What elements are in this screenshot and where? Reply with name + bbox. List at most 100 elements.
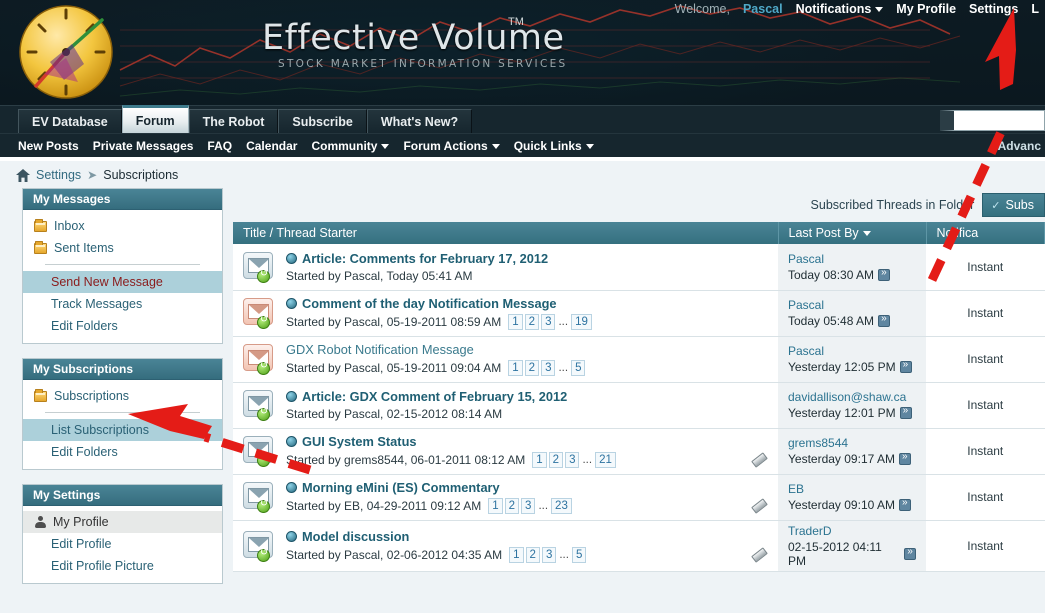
thread-envelope-icon[interactable] (241, 297, 277, 329)
tab-forum[interactable]: Forum (121, 105, 189, 133)
forum-sub-nav: New Posts Private Messages FAQ Calendar … (0, 133, 1045, 157)
table-row[interactable]: Comment of the day Notification Message … (233, 290, 1045, 336)
subnav-calendar[interactable]: Calendar (246, 139, 297, 153)
last-post-cell: TraderD 02-15-2012 04:11 PM (778, 520, 926, 571)
sidebar-item-subscriptions[interactable]: Subscriptions (23, 385, 222, 407)
goto-last-post-icon[interactable] (898, 451, 911, 465)
column-header-notification[interactable]: Notifica (926, 222, 1045, 244)
subnav-community[interactable]: Community (311, 139, 390, 153)
tab-the-robot[interactable]: The Robot (188, 109, 279, 133)
page-link[interactable]: 3 (565, 452, 580, 468)
chevron-down-icon (585, 143, 594, 149)
page-link[interactable]: 3 (541, 546, 557, 563)
goto-last-post-icon[interactable] (899, 405, 912, 419)
page-link[interactable]: 3 (541, 360, 556, 376)
sidebar-item-track-messages[interactable]: Track Messages (23, 293, 222, 315)
sidebar-item-inbox[interactable]: Inbox (23, 215, 222, 237)
sidebar-item-my-profile[interactable]: My Profile (23, 511, 222, 533)
username-link[interactable]: Pascal (743, 2, 783, 16)
tab-ev-database[interactable]: EV Database (18, 109, 122, 133)
sidebar-item-send-new-message[interactable]: Send New Message (23, 271, 222, 293)
thread-envelope-icon[interactable] (241, 343, 277, 375)
advanced-search-link[interactable]: Advanc (998, 139, 1041, 153)
sidebar-item-label: Track Messages (51, 297, 143, 311)
page-link-last[interactable]: 21 (595, 452, 616, 468)
goto-last-post-icon[interactable] (878, 313, 891, 327)
thread-envelope-icon[interactable] (241, 251, 277, 283)
last-post-author[interactable]: TraderD (788, 524, 916, 538)
goto-last-post-icon[interactable] (904, 546, 916, 560)
page-link[interactable]: 2 (504, 498, 520, 514)
thread-envelope-icon[interactable] (241, 389, 277, 421)
table-row[interactable]: Model discussion Started by Pascal, 02-0… (233, 520, 1045, 571)
sidebar-item-edit-folders-subs[interactable]: Edit Folders (23, 441, 222, 463)
page-link[interactable]: 2 (524, 360, 540, 376)
table-row[interactable]: Morning eMini (ES) Commentary Started by… (233, 474, 1045, 520)
subnav-new-posts[interactable]: New Posts (18, 139, 79, 153)
thread-title-link[interactable]: Model discussion (302, 529, 409, 544)
page-link[interactable]: 3 (521, 498, 536, 514)
goto-last-post-icon[interactable] (899, 359, 912, 373)
page-link[interactable]: 1 (508, 360, 523, 376)
thread-title-cell: Comment of the day Notification Message … (233, 290, 778, 336)
sidebar-item-edit-profile-picture[interactable]: Edit Profile Picture (23, 555, 222, 577)
folder-select[interactable]: ✓ Subs (982, 193, 1045, 217)
thread-envelope-icon[interactable] (241, 530, 277, 562)
page-link[interactable]: 2 (524, 314, 540, 330)
sidebar-item-sent-items[interactable]: Sent Items (23, 237, 222, 259)
thread-title-link[interactable]: GUI System Status (302, 434, 417, 449)
thread-title-link[interactable]: Morning eMini (ES) Commentary (302, 480, 500, 495)
home-icon[interactable] (16, 168, 30, 182)
page-link[interactable]: 1 (508, 314, 523, 330)
thread-envelope-icon[interactable] (241, 481, 277, 513)
page-ellipsis: ... (582, 454, 593, 466)
nav-my-profile[interactable]: My Profile (896, 2, 956, 16)
last-post-author[interactable]: grems8544 (788, 436, 916, 450)
subnav-private-messages[interactable]: Private Messages (93, 139, 194, 153)
nav-logout[interactable]: L (1031, 2, 1039, 16)
thread-envelope-icon[interactable] (241, 435, 277, 467)
column-header-last-post[interactable]: Last Post By (778, 222, 927, 244)
last-post-author[interactable]: EB (788, 482, 916, 496)
search-input[interactable] (940, 110, 1045, 131)
nav-settings[interactable]: Settings (969, 2, 1018, 16)
table-row[interactable]: Article: GDX Comment of February 15, 201… (233, 382, 1045, 428)
last-post-author[interactable]: Pascal (788, 298, 916, 312)
sidebar-item-edit-profile[interactable]: Edit Profile (23, 533, 222, 555)
table-row[interactable]: GUI System Status Started by grems8544, … (233, 428, 1045, 474)
sidebar-item-list-subscriptions[interactable]: List Subscriptions (23, 419, 222, 441)
goto-last-post-icon[interactable] (878, 267, 891, 281)
subnav-forum-actions[interactable]: Forum Actions (403, 139, 500, 153)
sidebar-item-edit-folders-messages[interactable]: Edit Folders (23, 315, 222, 337)
table-row[interactable]: Article: Comments for February 17, 2012 … (233, 244, 1045, 290)
nav-notifications[interactable]: Notifications (796, 2, 884, 16)
thread-title-link[interactable]: GDX Robot Notification Message (286, 342, 474, 357)
page-link-last[interactable]: 23 (551, 498, 572, 514)
last-post-author[interactable]: davidallison@shaw.ca (788, 390, 916, 404)
goto-last-post-icon[interactable] (898, 497, 911, 511)
page-link[interactable]: 3 (541, 314, 556, 330)
page-link[interactable]: 1 (509, 546, 524, 563)
page-link-last[interactable]: 5 (571, 360, 586, 376)
thread-title-link[interactable]: Article: Comments for February 17, 2012 (302, 251, 548, 266)
page-link[interactable]: 1 (488, 498, 503, 514)
tab-whats-new[interactable]: What's New? (366, 109, 473, 133)
column-header-title[interactable]: Title / Thread Starter (233, 222, 779, 244)
thread-title-link[interactable]: Comment of the day Notification Message (302, 296, 557, 311)
page-link-last[interactable]: 5 (571, 546, 587, 563)
page-link[interactable]: 2 (548, 452, 564, 468)
page-link[interactable]: 2 (525, 546, 540, 563)
last-post-author[interactable]: Pascal (788, 252, 916, 266)
thread-title-link[interactable]: Article: GDX Comment of February 15, 201… (302, 389, 567, 404)
notification-cell: Instant (926, 290, 1045, 336)
subnav-quick-links[interactable]: Quick Links (514, 139, 594, 153)
page-link-last[interactable]: 19 (571, 314, 592, 330)
tab-subscribe[interactable]: Subscribe (278, 109, 367, 133)
sidebar-item-label: Inbox (54, 219, 85, 233)
breadcrumb-settings[interactable]: Settings (36, 168, 81, 182)
page-link[interactable]: 1 (532, 452, 547, 468)
last-post-author[interactable]: Pascal (788, 344, 916, 358)
subnav-faq[interactable]: FAQ (207, 139, 232, 153)
chevron-down-icon (381, 143, 390, 149)
table-row[interactable]: GDX Robot Notification Message Started b… (233, 336, 1045, 382)
